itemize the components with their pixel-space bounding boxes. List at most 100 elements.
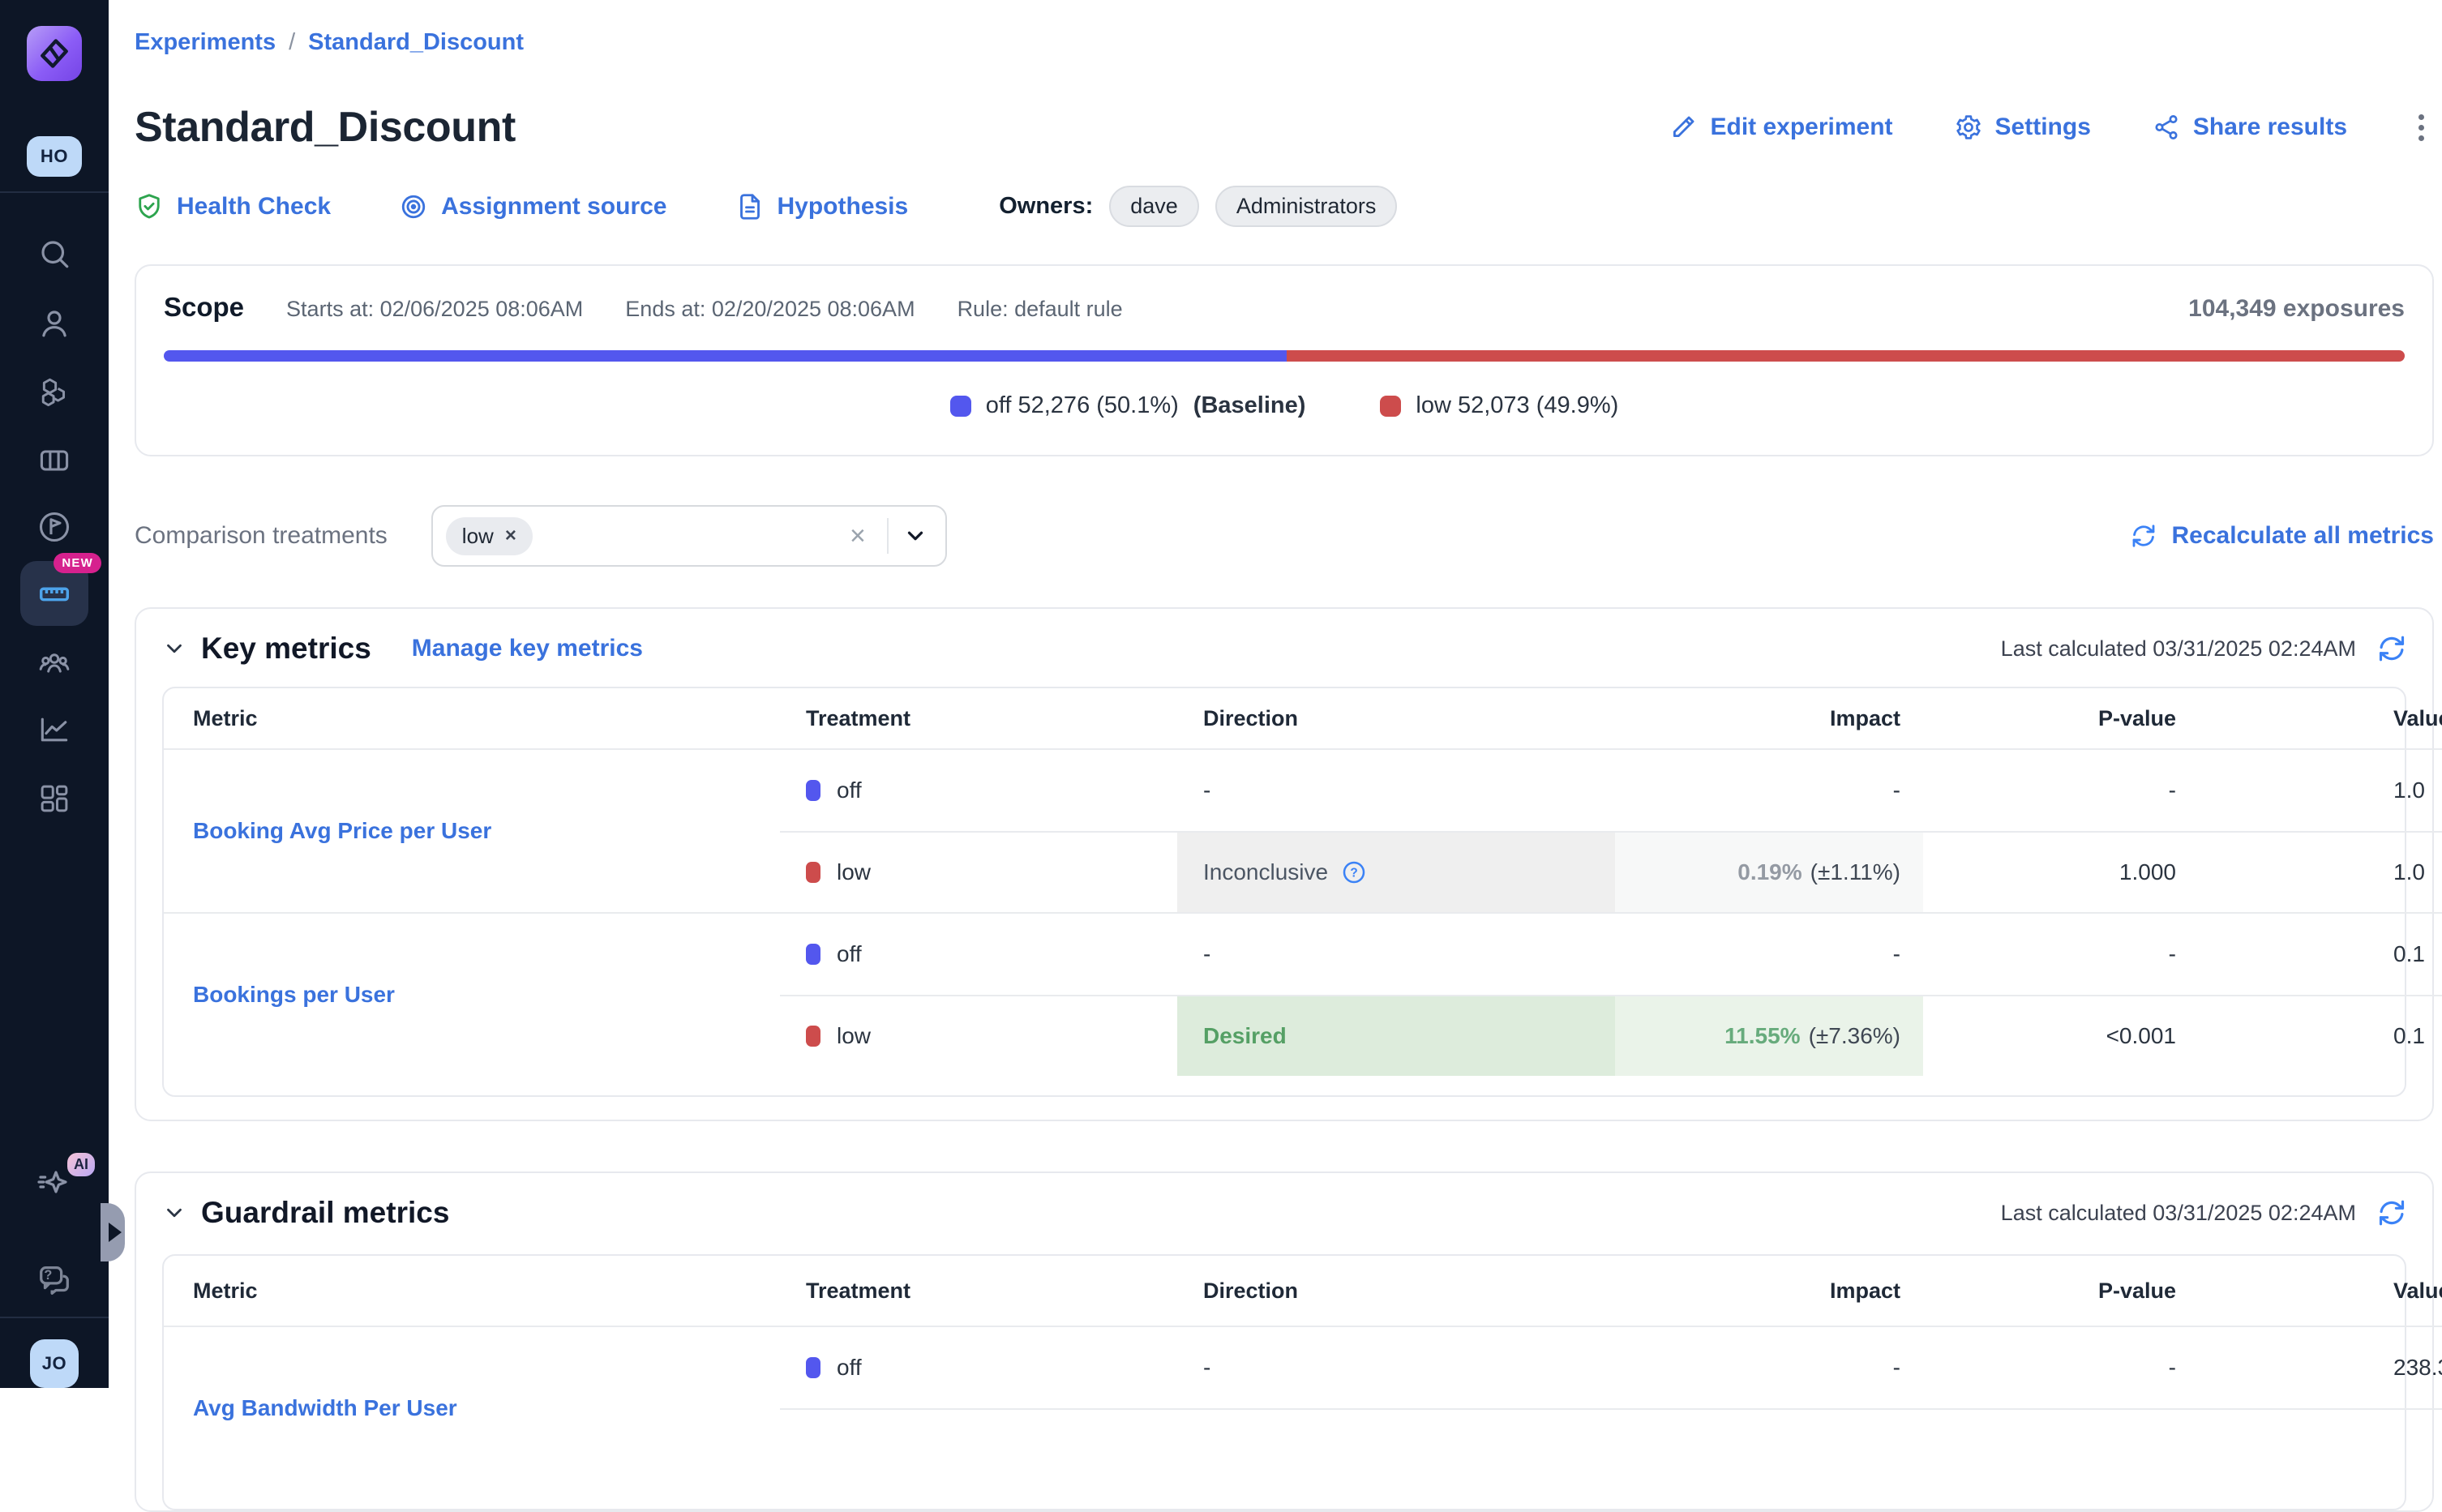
app-logo[interactable] (0, 26, 109, 81)
col-pvalue: P-value (1923, 706, 2199, 731)
project-badge: HO (27, 136, 82, 177)
comparison-label: Comparison treatments (135, 522, 388, 550)
sidebar-item-audiences[interactable] (0, 645, 109, 681)
sidebar-item-releases[interactable] (0, 509, 109, 545)
treatment-select[interactable]: low × × (431, 505, 947, 567)
chevron-right-icon (109, 1223, 122, 1242)
breadcrumb-current[interactable]: Standard_Discount (308, 29, 524, 56)
hexagons-icon (36, 373, 72, 409)
sidebar: HO (0, 0, 109, 1388)
scope-rule: Rule: default rule (958, 297, 1123, 322)
legend-item-off: off 52,276 (50.1%) (Baseline) (950, 392, 1306, 419)
dashboard-icon (37, 782, 71, 816)
chevron-down-icon[interactable] (903, 524, 928, 548)
share-results-button[interactable]: Share results (2153, 114, 2347, 141)
user-icon (37, 306, 71, 341)
guardrail-metrics-section: Guardrail metrics Last calculated 03/31/… (135, 1171, 2434, 1512)
search-icon (37, 237, 71, 271)
header-actions: Edit experiment Settings Share results (1669, 111, 2434, 144)
recalculate-all-button[interactable]: Recalculate all metrics (2131, 522, 2434, 550)
metric-link[interactable]: Bookings per User (193, 982, 395, 1008)
settings-button[interactable]: Settings (1955, 114, 2091, 141)
scope-title: Scope (164, 292, 244, 323)
breadcrumb-experiments[interactable]: Experiments (135, 29, 276, 56)
allocation-segment-off (164, 350, 1287, 362)
remove-chip-icon[interactable]: × (505, 526, 516, 546)
refresh-icon[interactable] (2377, 634, 2406, 663)
col-treatment: Treatment (780, 1279, 1177, 1304)
legend-item-low: low 52,073 (49.9%) (1380, 392, 1618, 419)
metric-group: Bookings per User off - - - 0.1 low Desi… (164, 912, 2442, 1076)
col-value: Value (2199, 1279, 2442, 1304)
sidebar-item-help[interactable]: ? (0, 1261, 109, 1299)
svg-text:?: ? (1350, 866, 1357, 880)
sidebar-item-dashboards[interactable] (0, 782, 109, 816)
baseline-label: (Baseline) (1193, 392, 1306, 419)
guardrail-metrics-header: Guardrail metrics Last calculated 03/31/… (162, 1196, 2406, 1230)
health-check-link[interactable]: Health Check (135, 192, 331, 221)
clear-select-icon[interactable]: × (843, 522, 872, 550)
document-icon (735, 192, 765, 221)
off-swatch (950, 396, 971, 417)
new-badge: NEW (54, 553, 101, 573)
col-direction: Direction (1177, 706, 1615, 731)
select-divider (887, 518, 889, 554)
statsig-logo-icon (27, 26, 82, 81)
edit-experiment-button[interactable]: Edit experiment (1669, 114, 1892, 141)
people-group-icon (36, 645, 72, 681)
scope-ends: Ends at: 02/20/2025 08:06AM (625, 297, 915, 322)
share-icon (2153, 114, 2180, 141)
question-circle-icon[interactable]: ? (1341, 859, 1367, 885)
columns-icon (36, 443, 72, 478)
project-switcher[interactable]: HO (0, 136, 109, 177)
sidebar-item-layers[interactable] (0, 443, 109, 478)
scope-header: Scope Starts at: 02/06/2025 08:06AM Ends… (164, 292, 2405, 323)
low-swatch (1380, 396, 1401, 417)
treatment-row: low Inconclusive ? 0.19%(±1.11%) 1.000 1… (780, 831, 2442, 912)
sidebar-item-experiments-active[interactable]: NEW (0, 561, 109, 626)
collapse-chevron-icon[interactable] (162, 636, 186, 661)
collapse-chevron-icon[interactable] (162, 1201, 186, 1225)
exposures-count: 104,349 exposures (2188, 295, 2405, 323)
sidebar-item-search[interactable] (0, 237, 109, 271)
treatment-chip-low[interactable]: low × (446, 517, 533, 555)
shield-check-icon (135, 192, 164, 221)
breadcrumb: Experiments / Standard_Discount (135, 29, 2434, 56)
refresh-icon[interactable] (2377, 1198, 2406, 1227)
breadcrumb-separator: / (289, 29, 295, 56)
more-options-button[interactable] (2409, 111, 2434, 144)
treatment-row: off - - - 0.1 (780, 914, 2442, 995)
col-impact: Impact (1615, 1279, 1923, 1304)
treatment-row: off - - - 1.0 (780, 750, 2442, 831)
assignment-source-link[interactable]: Assignment source (399, 192, 666, 221)
owner-chip-dave[interactable]: dave (1109, 186, 1199, 227)
owner-chip-administrators[interactable]: Administrators (1215, 186, 1398, 227)
treatment-row: off - - - 238.3 (780, 1327, 2442, 1408)
col-pvalue: P-value (1923, 1279, 2199, 1304)
guardrail-metrics-table: Metric Treatment Direction Impact P-valu… (162, 1254, 2406, 1510)
ai-sparkle-icon: AI (35, 1164, 74, 1203)
comparison-row: Comparison treatments low × × Re (135, 505, 2434, 567)
allocation-bar (164, 350, 2405, 362)
table-header-row: Metric Treatment Direction Impact P-valu… (164, 688, 2442, 750)
key-metrics-section: Key metrics Manage key metrics Last calc… (135, 607, 2434, 1121)
key-metrics-title: Key metrics (201, 632, 371, 666)
sidebar-item-users[interactable] (0, 306, 109, 341)
avatar: JO (30, 1339, 79, 1388)
user-avatar[interactable]: JO (0, 1339, 109, 1388)
line-chart-icon (36, 712, 72, 747)
metric-link[interactable]: Booking Avg Price per User (193, 818, 491, 844)
scope-starts: Starts at: 02/06/2025 08:06AM (286, 297, 583, 322)
manage-key-metrics-link[interactable]: Manage key metrics (412, 635, 643, 662)
sidebar-item-metrics[interactable] (0, 712, 109, 747)
hypothesis-link[interactable]: Hypothesis (735, 192, 909, 221)
guardrail-last-calculated: Last calculated 03/31/2025 02:24AM (2001, 1198, 2406, 1227)
metric-link[interactable]: Avg Bandwidth Per User (193, 1395, 457, 1421)
sidebar-item-feature-gates[interactable] (0, 373, 109, 409)
main-content: Experiments / Standard_Discount Standard… (109, 0, 2442, 1388)
ai-badge: AI (67, 1153, 95, 1176)
sidebar-expand-handle[interactable] (101, 1203, 125, 1261)
sidebar-item-ai-assistant[interactable]: AI (0, 1164, 109, 1203)
owners-label: Owners: (999, 193, 1093, 220)
col-treatment: Treatment (780, 706, 1177, 731)
